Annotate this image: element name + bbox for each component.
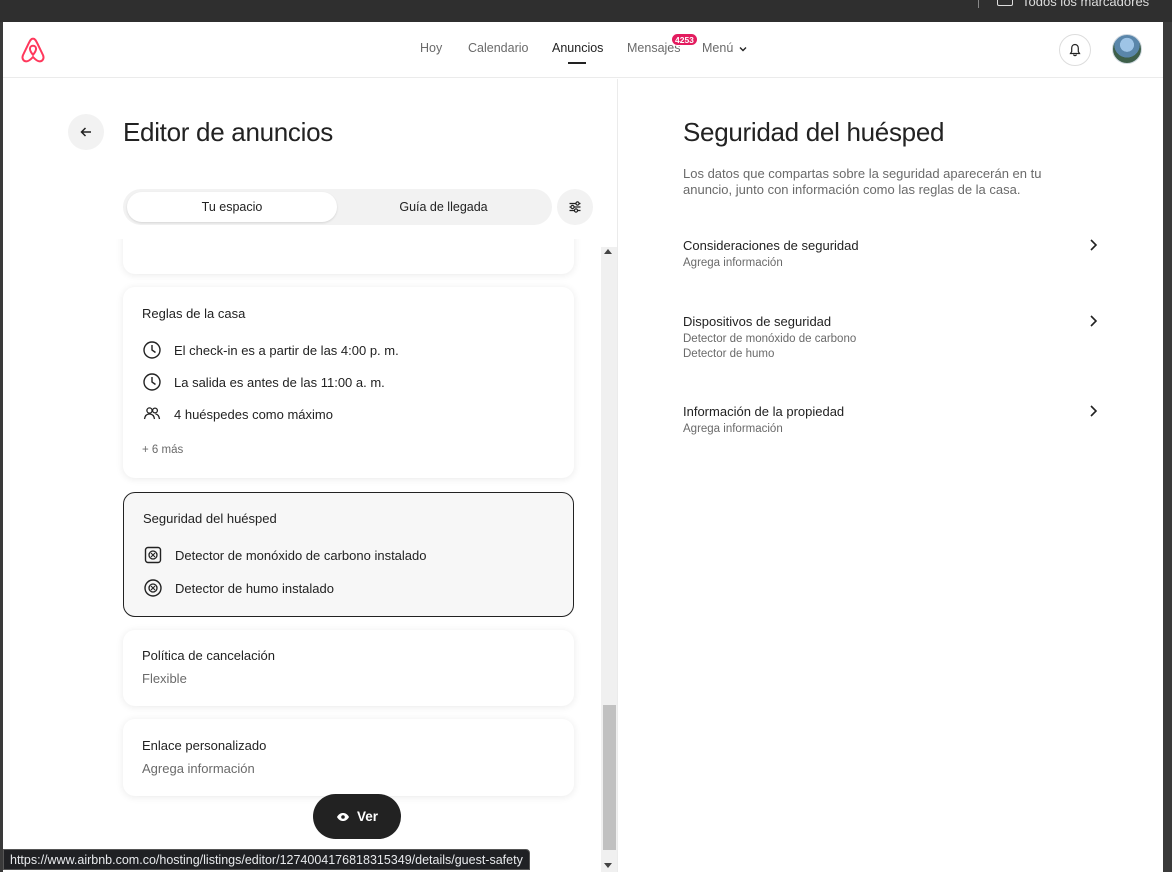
top-navigation: Hoy Calendario Anuncios Mensajes 4253 Me… (3, 22, 1163, 78)
bell-icon (1069, 43, 1081, 57)
eye-icon (336, 812, 349, 821)
safety-considerations-section[interactable]: Consideraciones de seguridad Agrega info… (683, 237, 1099, 271)
bookmarks-bar: Todos los marcadores (0, 0, 1172, 22)
filter-button[interactable] (557, 189, 593, 225)
smoke-detector-icon (144, 579, 162, 597)
notifications-button[interactable] (1059, 34, 1091, 66)
nav-calendar[interactable]: Calendario (468, 41, 528, 55)
messages-badge: 4253 (671, 33, 698, 46)
scroll-down-arrow[interactable] (604, 863, 612, 868)
nav-today[interactable]: Hoy (420, 41, 442, 55)
safety-item-text: Detector de humo instalado (175, 580, 334, 596)
page-title: Editor de anuncios (123, 117, 333, 147)
nav-menu[interactable]: Menú (702, 41, 733, 55)
scroll-up-arrow[interactable] (604, 249, 612, 254)
bookmark-folder-icon[interactable] (997, 0, 1013, 6)
chevron-right-icon (1090, 405, 1098, 417)
rule-text: La salida es antes de las 11:00 a. m. (174, 374, 385, 390)
card-title: Política de cancelación (142, 648, 275, 663)
property-info-section[interactable]: Información de la propiedad Agrega infor… (683, 403, 1099, 437)
checkout-rule: La salida es antes de las 11:00 a. m. (142, 371, 385, 393)
previous-card[interactable] (123, 239, 574, 274)
co-detector-item: Detector de monóxido de carbono instalad… (143, 544, 427, 566)
card-value: Agrega información (142, 761, 255, 776)
more-rules-link[interactable]: + 6 más (142, 444, 183, 456)
sliders-icon (569, 201, 581, 213)
nav-active-indicator (568, 62, 586, 64)
chevron-down-icon[interactable] (738, 44, 748, 54)
clock-icon (143, 341, 161, 359)
people-icon (143, 407, 161, 420)
guest-safety-card[interactable]: Seguridad del huésped Detector de monóxi… (123, 492, 574, 617)
profile-avatar[interactable] (1112, 34, 1142, 64)
listing-editor-panel: Editor de anuncios Tu espacio Guía de ll… (3, 79, 618, 872)
section-detail: Agrega información (683, 257, 783, 269)
detail-title: Seguridad del huésped (683, 117, 945, 147)
section-detail: Detector de monóxido de carbono (683, 333, 857, 345)
back-button[interactable] (68, 114, 104, 150)
all-bookmarks-link[interactable]: Todos los marcadores (1022, 0, 1149, 9)
smoke-detector-item: Detector de humo instalado (143, 577, 334, 599)
status-bar-url: https://www.airbnb.com.co/hosting/listin… (3, 849, 530, 870)
safety-devices-section[interactable]: Dispositivos de seguridad Detector de mo… (683, 313, 1099, 362)
arrow-left-icon (80, 127, 91, 137)
section-title: Dispositivos de seguridad (683, 314, 832, 329)
checkin-rule: El check-in es a partir de las 4:00 p. m… (142, 339, 399, 361)
section-title: Información de la propiedad (683, 404, 845, 419)
window-edge (1163, 22, 1172, 872)
editor-tabs: Tu espacio Guía de llegada (123, 189, 552, 225)
nav-listings[interactable]: Anuncios (552, 41, 603, 55)
section-detail: Agrega información (683, 423, 783, 435)
scrollbar-thumb[interactable] (603, 705, 616, 850)
tab-your-space[interactable]: Tu espacio (127, 192, 337, 222)
editor-sections-list[interactable]: Reglas de la casa El check-in es a parti… (3, 239, 617, 872)
bookmarks-separator (978, 0, 979, 8)
safety-item-text: Detector de monóxido de carbono instalad… (175, 547, 427, 563)
max-guests-rule: 4 huéspedes como máximo (142, 403, 333, 425)
co-detector-icon (144, 546, 162, 564)
scrollbar[interactable] (601, 247, 617, 872)
cancellation-policy-card[interactable]: Política de cancelación Flexible (123, 630, 574, 706)
clock-icon (143, 373, 161, 391)
rule-text: El check-in es a partir de las 4:00 p. m… (174, 342, 399, 358)
tab-arrival-guide[interactable]: Guía de llegada (339, 192, 548, 222)
rule-text: 4 huéspedes como máximo (174, 406, 333, 422)
section-title: Consideraciones de seguridad (683, 238, 859, 253)
airbnb-host-app: Hoy Calendario Anuncios Mensajes 4253 Me… (3, 22, 1163, 872)
chevron-right-icon (1090, 239, 1098, 251)
house-rules-card[interactable]: Reglas de la casa El check-in es a parti… (123, 287, 574, 478)
airbnb-logo[interactable] (19, 36, 47, 64)
chevron-right-icon (1090, 315, 1098, 327)
custom-link-card[interactable]: Enlace personalizado Agrega información (123, 719, 574, 796)
card-title: Reglas de la casa (142, 306, 246, 321)
card-title: Enlace personalizado (142, 738, 267, 753)
section-detail: Detector de humo (683, 348, 775, 360)
view-button-label: Ver (356, 809, 379, 824)
card-value: Flexible (142, 671, 187, 686)
card-title: Seguridad del huésped (143, 511, 277, 526)
view-listing-button[interactable]: Ver (313, 794, 401, 839)
guest-safety-detail-panel: Seguridad del huésped Los datos que comp… (619, 79, 1163, 872)
detail-description: Los datos que compartas sobre la segurid… (683, 166, 1042, 197)
